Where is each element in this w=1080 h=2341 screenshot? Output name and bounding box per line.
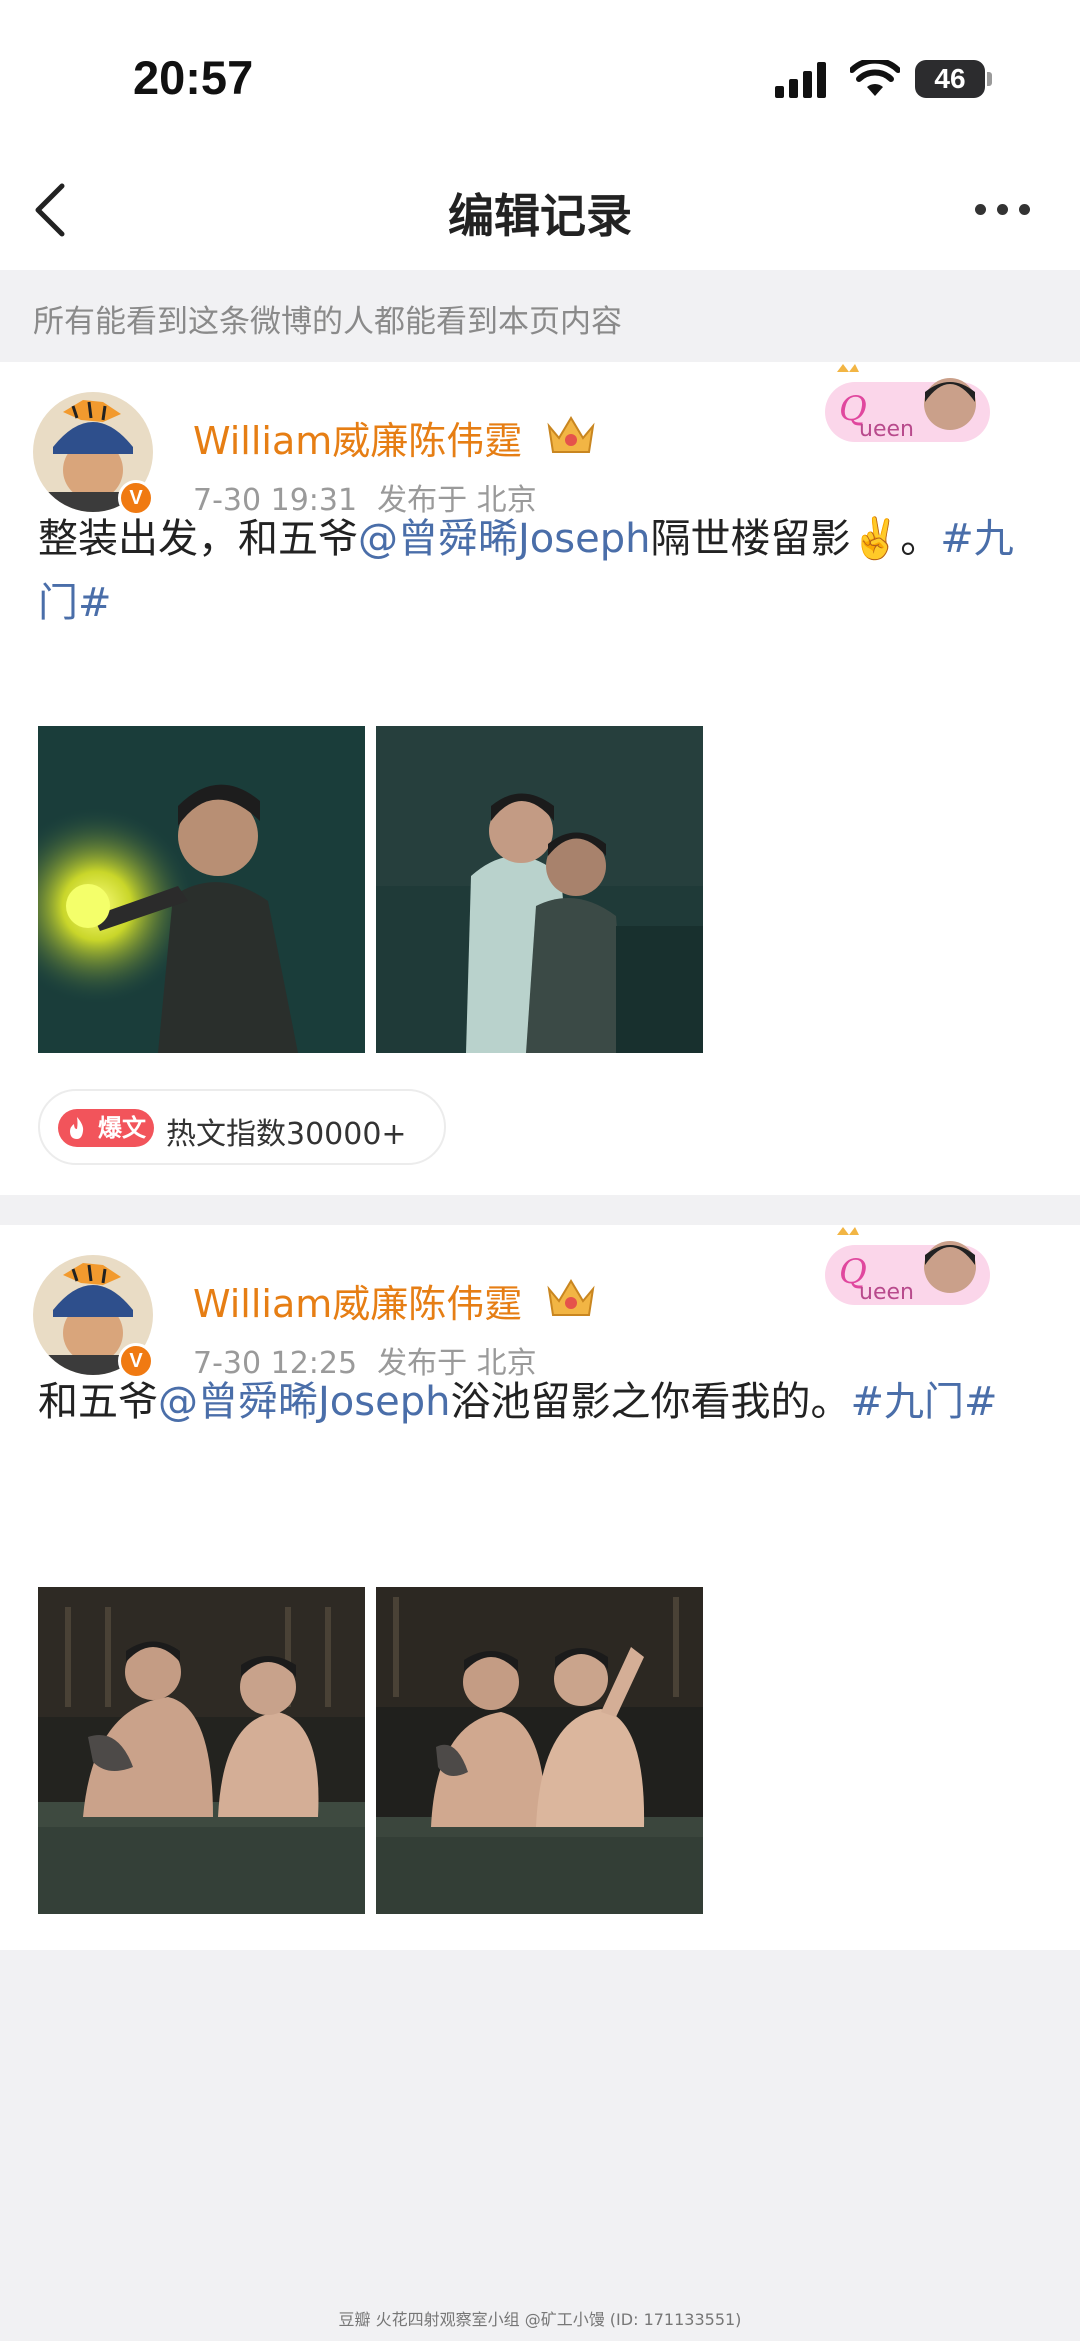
battery-icon: 46 (915, 60, 985, 98)
post-card: V William威廉陈伟霆 7-30 19:31 发布于 北京 Q ueen 整… (0, 362, 1080, 1195)
queen-pendant-icon: Q ueen (825, 364, 990, 442)
post-image[interactable] (38, 1587, 365, 1914)
flame-icon (70, 1117, 84, 1139)
hashtag-link[interactable]: #九门# (850, 1379, 997, 1425)
signal-icon (775, 62, 826, 98)
svg-text:ueen: ueen (859, 1280, 914, 1305)
status-bar: 20:57 46 (0, 0, 1080, 150)
username[interactable]: William威廉陈伟霆 (193, 1273, 522, 1328)
page-title: 编辑记录 (448, 189, 632, 243)
battery-cap (987, 72, 992, 86)
queen-pendant-icon: Q ueen (825, 1227, 990, 1305)
username[interactable]: William威廉陈伟霆 (193, 410, 522, 465)
more-dots-icon[interactable] (975, 200, 1045, 220)
status-time: 20:57 (133, 51, 254, 104)
mention-link[interactable]: @曾舜晞Joseph (158, 1379, 450, 1425)
visibility-notice: 所有能看到这条微博的人都能看到本页内容 (0, 270, 1080, 362)
post-text: 和五爷@曾舜晞Joseph浴池留影之你看我的。#九门# (38, 1370, 1038, 1434)
post-image[interactable] (376, 1587, 703, 1914)
post-card: V William威廉陈伟霆 7-30 12:25 发布于 北京 Q ueen 和… (0, 1225, 1080, 1950)
mention-link[interactable]: @曾舜晞Joseph (358, 516, 650, 562)
hot-index-text: 热文指数30000+ (166, 1117, 407, 1152)
nav-bar: 编辑记录 (0, 150, 1080, 270)
watermark: 豆瓣 火花四射观察室小组 @矿工小馒 (ID: 171133551) (338, 2310, 742, 2329)
post-text-part: 整装出发，和五爷 (38, 516, 358, 562)
hot-tag-label: 爆文 (98, 1114, 146, 1142)
crown-icon (547, 1279, 595, 1316)
svg-text:ueen: ueen (859, 417, 914, 442)
post-text-part: 和五爷 (38, 1379, 158, 1425)
post-image[interactable] (38, 726, 365, 1053)
post-text-part: 隔世楼留影✌️。 (650, 516, 941, 562)
post-text-part: 浴池留影之你看我的。 (450, 1379, 851, 1425)
post-image[interactable] (376, 726, 703, 1053)
crown-icon (547, 416, 595, 453)
hot-tag: 爆文 (58, 1109, 154, 1147)
post-text: 整装出发，和五爷@曾舜晞Joseph隔世楼留影✌️。#九门# (38, 507, 1038, 635)
hot-index-pill[interactable]: 爆文 热文指数30000+ (38, 1089, 446, 1165)
wifi-icon (850, 60, 900, 96)
